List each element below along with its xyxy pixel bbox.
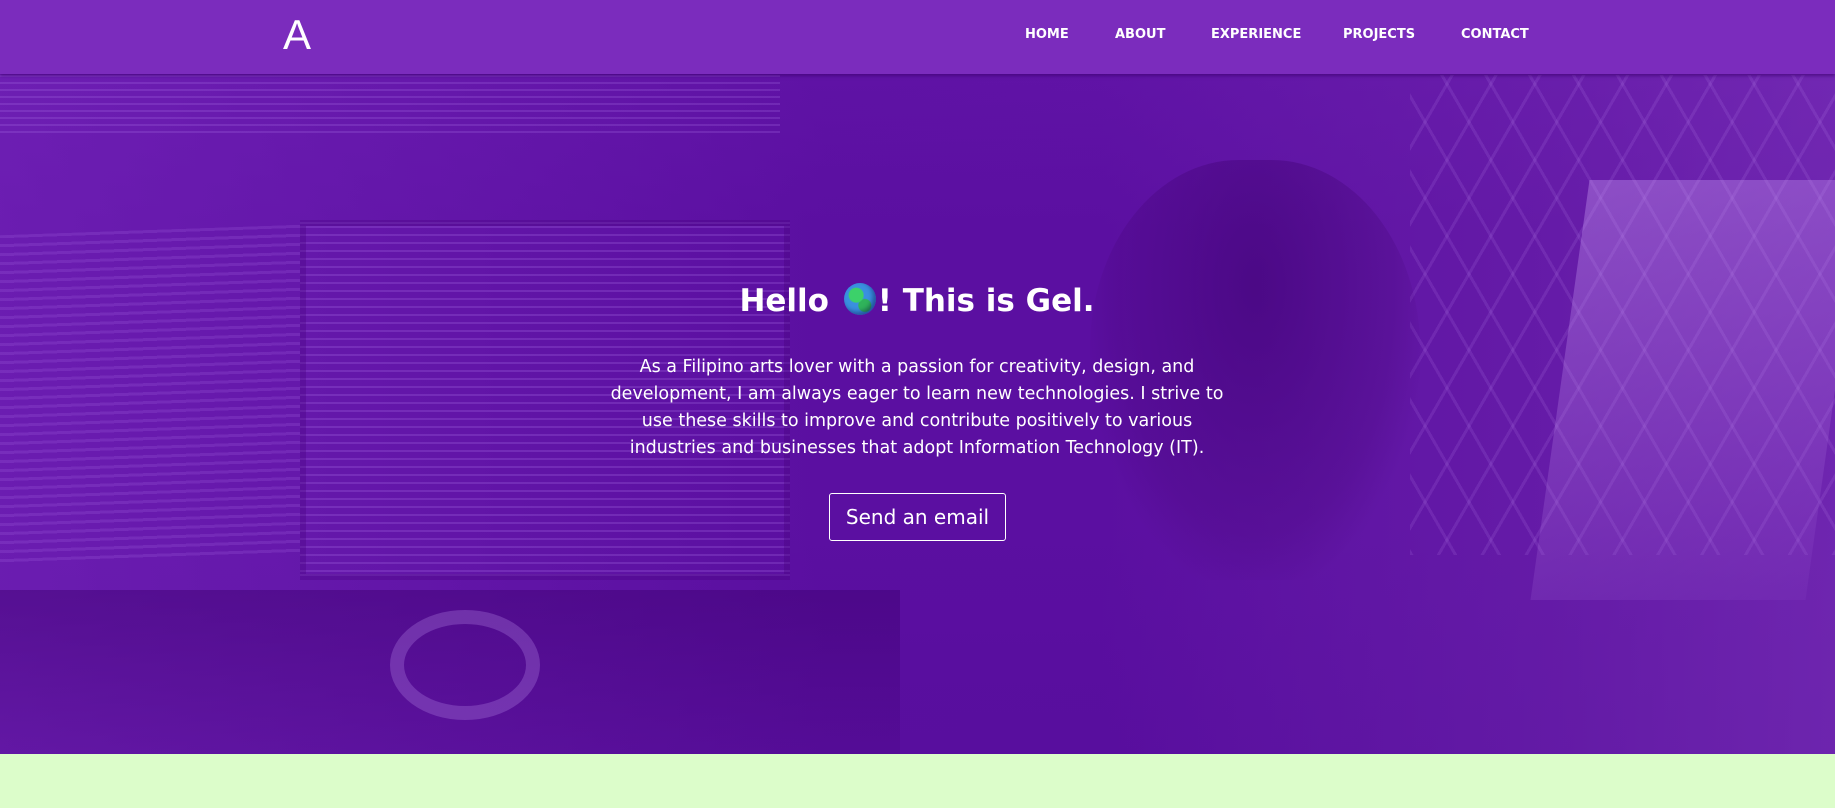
background-photo-monitor xyxy=(0,224,300,566)
nav-item-about[interactable]: ABOUT xyxy=(1115,27,1165,42)
navbar: A HOME ABOUT EXPERIENCE PROJECTS CONTACT xyxy=(0,0,1835,74)
logo-letter: A xyxy=(282,11,311,58)
nav-item-experience[interactable]: EXPERIENCE xyxy=(1211,27,1301,42)
next-section xyxy=(0,754,1835,808)
earth-globe-icon xyxy=(843,283,876,315)
send-email-button[interactable]: Send an email xyxy=(829,493,1006,541)
hero-title: Hello ! This is Gel. xyxy=(617,283,1217,319)
background-photo-headphones xyxy=(390,610,540,720)
hero-title-rest: ! This is Gel. xyxy=(877,283,1095,319)
background-photo-monitor xyxy=(0,75,780,135)
nav-item-projects[interactable]: PROJECTS xyxy=(1343,27,1415,42)
hero-section: Hello ! This is Gel. As a Filipino arts … xyxy=(0,0,1835,754)
logo[interactable]: A xyxy=(277,12,317,58)
nav-item-contact[interactable]: CONTACT xyxy=(1461,27,1529,42)
hero-description: As a Filipino arts lover with a passion … xyxy=(610,357,1224,458)
nav-item-home[interactable]: HOME xyxy=(1025,27,1069,42)
hero-greeting: Hello xyxy=(739,283,829,319)
